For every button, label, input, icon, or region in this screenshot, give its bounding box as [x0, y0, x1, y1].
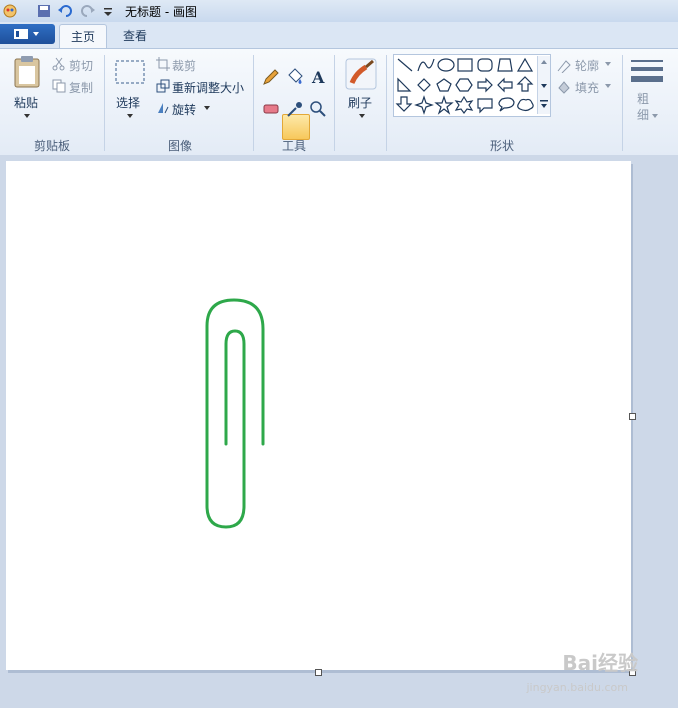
shapes-group-label: 形状 [489, 139, 514, 153]
shapes-scroll-arrows[interactable] [538, 56, 550, 114]
separator [104, 55, 105, 151]
menu-icon [14, 29, 39, 39]
outline-button[interactable]: 轮廓 [575, 57, 599, 74]
rounded-rectangle-shape-icon [477, 58, 493, 72]
svg-text:A: A [311, 68, 325, 87]
select-icon [115, 60, 145, 84]
pencil-icon[interactable] [261, 67, 281, 87]
watermark-logo: Bai经验 [562, 651, 638, 675]
rotate-button[interactable]: 旋转 [172, 101, 196, 118]
shapes-gallery [393, 54, 551, 117]
hexagon-shape-icon [455, 78, 473, 92]
cut-button[interactable]: 剪切 [69, 57, 93, 74]
polygon-shape-icon [497, 58, 513, 72]
pentagon-shape-icon [436, 78, 452, 92]
image-group-label: 图像 [167, 139, 192, 153]
text-icon[interactable]: A [308, 67, 328, 87]
copy-icon [52, 79, 66, 93]
separator [334, 55, 335, 151]
rounded-callout-shape-icon [477, 98, 493, 114]
brush-icon [345, 58, 377, 90]
paste-icon [14, 56, 40, 88]
shapes-grid [395, 57, 534, 115]
fill-button[interactable]: 填充 [575, 79, 599, 96]
customize-quick-access-icon[interactable] [100, 3, 116, 19]
undo-icon[interactable] [57, 3, 73, 19]
watermark-url: jingyan.baidu.com [526, 681, 628, 694]
oval-shape-icon [437, 58, 455, 72]
size-icon [631, 60, 663, 82]
cut-icon [52, 57, 65, 71]
fill-icon[interactable] [284, 67, 306, 87]
clipboard-group-label: 剪贴板 [33, 139, 70, 153]
triangle-shape-icon [516, 57, 534, 72]
tab-home[interactable]: 主页 [59, 24, 107, 49]
fill-shape-icon [558, 81, 570, 94]
rotate-dropdown-icon[interactable] [203, 105, 211, 111]
diamond-shape-icon [417, 78, 431, 92]
outline-dropdown-icon[interactable] [604, 61, 612, 67]
resize-button[interactable]: 重新调整大小 [172, 79, 244, 96]
resize-handle-right[interactable] [629, 413, 636, 420]
paste-dropdown-icon[interactable] [23, 113, 31, 119]
resize-icon [156, 79, 170, 93]
brushes-button[interactable]: 刷子 [348, 94, 372, 111]
paint-menu-button[interactable] [0, 24, 55, 44]
crop-button[interactable]: 裁剪 [172, 57, 196, 74]
ribbon: 粘贴 剪切 复制 剪贴板 选择 裁剪 重新调整大小 旋转 图像 A 工具 刷子 … [0, 48, 678, 156]
resize-handle-bottom[interactable] [315, 669, 322, 676]
separator [386, 55, 387, 151]
redo-icon[interactable] [80, 3, 96, 19]
brushes-dropdown-icon[interactable] [358, 113, 366, 119]
select-dropdown-icon[interactable] [126, 113, 134, 119]
size-button[interactable]: 粗细 [637, 91, 651, 123]
paperclip-drawing [205, 298, 265, 529]
curve-shape-icon [417, 58, 435, 72]
outline-icon [557, 60, 571, 73]
cloud-callout-shape-icon [517, 98, 534, 112]
paint-app-icon[interactable] [2, 3, 18, 19]
paste-button[interactable]: 粘贴 [14, 94, 38, 111]
window-title: 无标题 - 画图 [125, 5, 197, 19]
select-button[interactable]: 选择 [116, 94, 140, 111]
title-bar: 无标题 - 画图 [0, 0, 678, 23]
eraser-icon[interactable] [261, 99, 281, 119]
separator [622, 55, 623, 151]
right-triangle-shape-icon [397, 77, 412, 92]
crop-icon [156, 57, 170, 71]
shapes-scrollbar[interactable] [537, 56, 550, 114]
fill-dropdown-icon[interactable] [604, 83, 612, 89]
oval-callout-shape-icon [498, 97, 515, 112]
five-point-star-shape-icon [434, 95, 454, 115]
rectangle-shape-icon [457, 58, 473, 72]
rotate-icon [158, 103, 169, 114]
magnifier-icon[interactable] [308, 99, 328, 119]
color-picker-icon[interactable] [285, 99, 305, 119]
four-point-star-shape-icon [414, 95, 434, 115]
left-arrow-shape-icon [497, 77, 513, 93]
tools-group-label: 工具 [281, 139, 306, 153]
copy-button[interactable]: 复制 [69, 79, 93, 96]
save-icon[interactable] [36, 3, 52, 19]
size-dropdown-icon[interactable] [651, 113, 659, 119]
up-arrow-shape-icon [516, 76, 534, 92]
down-arrow-shape-icon [395, 96, 413, 112]
line-shape-icon [397, 58, 413, 72]
tab-view[interactable]: 查看 [113, 24, 157, 48]
six-point-star-shape-icon [454, 95, 474, 114]
drawing-canvas[interactable] [6, 161, 631, 670]
right-arrow-shape-icon [477, 77, 493, 93]
paperclip-stroke [205, 298, 265, 529]
separator [253, 55, 254, 151]
